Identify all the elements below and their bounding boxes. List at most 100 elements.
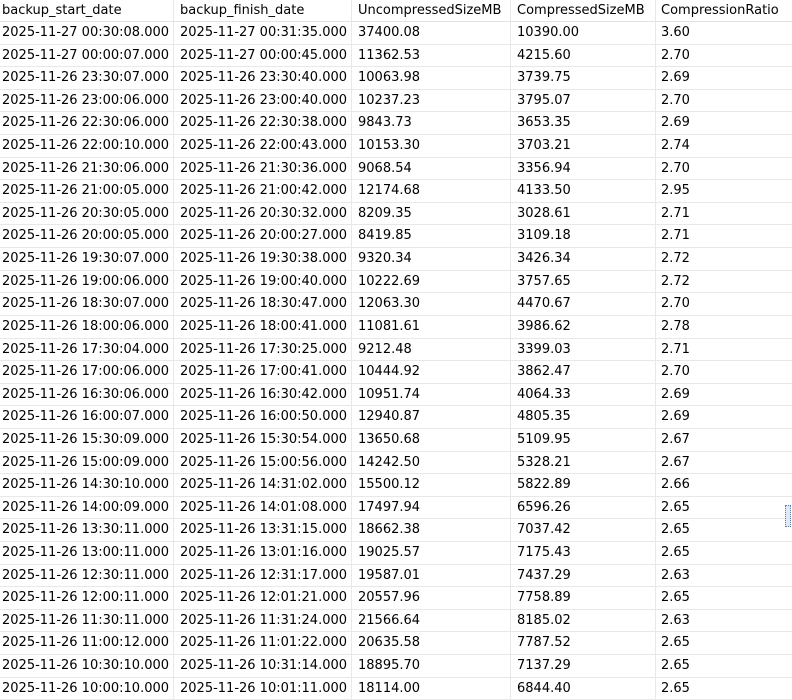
- cell-backup-start-date[interactable]: 2025-11-26 17:00:06.000: [0, 361, 174, 383]
- column-header-uncompressed-size[interactable]: UncompressedSizeMB: [352, 0, 511, 21]
- table-row[interactable]: 2025-11-26 23:00:06.000 2025-11-26 23:00:…: [0, 89, 792, 113]
- table-row[interactable]: 2025-11-26 12:00:11.000 2025-11-26 12:01:…: [0, 587, 792, 610]
- table-row[interactable]: 2025-11-26 11:30:11.000 2025-11-26 11:31:…: [0, 609, 792, 633]
- cell-backup-finish-date[interactable]: 2025-11-27 00:31:35.000: [174, 22, 352, 44]
- cell-compression-ratio[interactable]: 2.69: [656, 406, 792, 428]
- cell-backup-start-date[interactable]: 2025-11-26 17:30:04.000: [0, 338, 174, 361]
- cell-backup-finish-date[interactable]: 2025-11-26 21:00:42.000: [174, 180, 352, 202]
- cell-uncompressed-size[interactable]: 12174.68: [352, 180, 511, 202]
- cell-compressed-size[interactable]: 4064.33: [511, 383, 656, 406]
- cell-uncompressed-size[interactable]: 9212.48: [352, 338, 511, 361]
- cell-compression-ratio[interactable]: 2.65: [656, 497, 792, 519]
- cell-compression-ratio[interactable]: 2.69: [656, 112, 792, 134]
- table-row[interactable]: 2025-11-26 22:00:10.000 2025-11-26 22:00:…: [0, 135, 792, 158]
- table-row[interactable]: 2025-11-26 18:00:06.000 2025-11-26 18:00:…: [0, 315, 792, 339]
- table-row[interactable]: 2025-11-26 22:30:06.000 2025-11-26 22:30:…: [0, 112, 792, 136]
- cell-backup-finish-date[interactable]: 2025-11-26 20:00:27.000: [174, 225, 352, 248]
- cell-backup-finish-date[interactable]: 2025-11-26 18:00:41.000: [174, 315, 352, 338]
- cell-backup-start-date[interactable]: 2025-11-27 00:30:08.000: [0, 22, 174, 44]
- cell-backup-start-date[interactable]: 2025-11-26 15:00:09.000: [0, 451, 174, 474]
- cell-backup-start-date[interactable]: 2025-11-27 00:00:07.000: [0, 44, 174, 67]
- cell-backup-finish-date[interactable]: 2025-11-26 12:01:21.000: [174, 587, 352, 609]
- cell-backup-finish-date[interactable]: 2025-11-26 13:01:16.000: [174, 542, 352, 564]
- cell-backup-finish-date[interactable]: 2025-11-26 18:30:47.000: [174, 293, 352, 315]
- cell-backup-start-date[interactable]: 2025-11-26 14:30:10.000: [0, 474, 174, 496]
- cell-compressed-size[interactable]: 3028.61: [511, 202, 656, 225]
- cell-backup-start-date[interactable]: 2025-11-26 23:00:06.000: [0, 89, 174, 112]
- table-row[interactable]: 2025-11-26 14:00:09.000 2025-11-26 14:01:…: [0, 496, 792, 520]
- cell-uncompressed-size[interactable]: 10444.92: [352, 361, 511, 383]
- cell-backup-finish-date[interactable]: 2025-11-26 14:31:02.000: [174, 474, 352, 496]
- cell-compression-ratio[interactable]: 2.67: [656, 452, 792, 474]
- cell-backup-finish-date[interactable]: 2025-11-26 16:30:42.000: [174, 383, 352, 406]
- cell-uncompressed-size[interactable]: 18895.70: [352, 655, 511, 677]
- cell-backup-start-date[interactable]: 2025-11-26 21:30:06.000: [0, 157, 174, 180]
- cell-compression-ratio[interactable]: 2.70: [656, 45, 792, 67]
- cell-uncompressed-size[interactable]: 37400.08: [352, 22, 511, 44]
- cell-backup-finish-date[interactable]: 2025-11-26 22:30:38.000: [174, 112, 352, 135]
- cell-uncompressed-size[interactable]: 12940.87: [352, 406, 511, 428]
- cell-compression-ratio[interactable]: 2.65: [656, 632, 792, 654]
- cell-uncompressed-size[interactable]: 9320.34: [352, 248, 511, 270]
- table-row[interactable]: 2025-11-26 21:30:06.000 2025-11-26 21:30:…: [0, 157, 792, 181]
- cell-backup-start-date[interactable]: 2025-11-26 12:30:11.000: [0, 564, 174, 587]
- table-row[interactable]: 2025-11-26 13:30:11.000 2025-11-26 13:31:…: [0, 519, 792, 543]
- results-grid[interactable]: backup_start_date backup_finish_date Unc…: [0, 0, 792, 700]
- cell-compression-ratio[interactable]: 2.65: [656, 655, 792, 677]
- table-row[interactable]: 2025-11-26 18:30:07.000 2025-11-26 18:30:…: [0, 293, 792, 316]
- cell-uncompressed-size[interactable]: 12063.30: [352, 293, 511, 315]
- cell-compressed-size[interactable]: 4133.50: [511, 180, 656, 202]
- table-row[interactable]: 2025-11-26 20:30:05.000 2025-11-26 20:30:…: [0, 202, 792, 226]
- cell-compression-ratio[interactable]: 2.72: [656, 271, 792, 293]
- cell-compressed-size[interactable]: 4805.35: [511, 406, 656, 428]
- table-row[interactable]: 2025-11-26 19:30:07.000 2025-11-26 19:30:…: [0, 248, 792, 271]
- cell-compression-ratio[interactable]: 2.65: [656, 519, 792, 541]
- table-row[interactable]: 2025-11-27 00:30:08.000 2025-11-27 00:31:…: [0, 22, 792, 45]
- cell-backup-start-date[interactable]: 2025-11-26 22:30:06.000: [0, 112, 174, 135]
- column-header-backup-start-date[interactable]: backup_start_date: [0, 0, 174, 21]
- table-row[interactable]: 2025-11-26 19:00:06.000 2025-11-26 19:00:…: [0, 270, 792, 294]
- cell-compression-ratio[interactable]: 2.78: [656, 316, 792, 338]
- table-row[interactable]: 2025-11-26 16:00:07.000 2025-11-26 16:00:…: [0, 406, 792, 429]
- table-row[interactable]: 2025-11-26 10:00:10.000 2025-11-26 10:01:…: [0, 677, 792, 700]
- cell-uncompressed-size[interactable]: 20635.58: [352, 632, 511, 655]
- cell-backup-start-date[interactable]: 2025-11-26 11:00:12.000: [0, 632, 174, 655]
- column-header-compressed-size[interactable]: CompressedSizeMB: [511, 0, 656, 21]
- table-row[interactable]: 2025-11-26 21:00:05.000 2025-11-26 21:00:…: [0, 180, 792, 203]
- cell-backup-finish-date[interactable]: 2025-11-26 15:00:56.000: [174, 451, 352, 474]
- cell-compression-ratio[interactable]: 2.70: [656, 158, 792, 180]
- cell-compressed-size[interactable]: 7437.29: [511, 564, 656, 587]
- cell-compressed-size[interactable]: 8185.02: [511, 609, 656, 632]
- cell-uncompressed-size[interactable]: 19025.57: [352, 542, 511, 564]
- cell-backup-finish-date[interactable]: 2025-11-26 19:30:38.000: [174, 248, 352, 270]
- table-row[interactable]: 2025-11-26 23:30:07.000 2025-11-26 23:30:…: [0, 67, 792, 90]
- cell-backup-finish-date[interactable]: 2025-11-26 10:01:11.000: [174, 677, 352, 700]
- scroll-thumb-marker[interactable]: [785, 505, 791, 527]
- cell-uncompressed-size[interactable]: 14242.50: [352, 451, 511, 474]
- cell-compression-ratio[interactable]: 2.71: [656, 225, 792, 247]
- cell-compressed-size[interactable]: 7037.42: [511, 519, 656, 542]
- cell-compression-ratio[interactable]: 2.70: [656, 361, 792, 383]
- cell-backup-finish-date[interactable]: 2025-11-26 19:00:40.000: [174, 270, 352, 293]
- cell-compressed-size[interactable]: 4470.67: [511, 293, 656, 315]
- cell-compressed-size[interactable]: 3795.07: [511, 89, 656, 112]
- cell-compression-ratio[interactable]: 2.69: [656, 67, 792, 89]
- cell-uncompressed-size[interactable]: 10222.69: [352, 270, 511, 293]
- table-row[interactable]: 2025-11-27 00:00:07.000 2025-11-27 00:00:…: [0, 44, 792, 68]
- cell-compressed-size[interactable]: 3109.18: [511, 225, 656, 248]
- cell-compressed-size[interactable]: 3986.62: [511, 315, 656, 338]
- cell-backup-start-date[interactable]: 2025-11-26 10:00:10.000: [0, 677, 174, 700]
- cell-compressed-size[interactable]: 4215.60: [511, 44, 656, 67]
- table-row[interactable]: 2025-11-26 14:30:10.000 2025-11-26 14:31:…: [0, 474, 792, 497]
- cell-compressed-size[interactable]: 7137.29: [511, 655, 656, 677]
- cell-uncompressed-size[interactable]: 21566.64: [352, 609, 511, 632]
- cell-backup-start-date[interactable]: 2025-11-26 15:30:09.000: [0, 428, 174, 451]
- cell-compressed-size[interactable]: 3653.35: [511, 112, 656, 135]
- cell-compressed-size[interactable]: 3703.21: [511, 135, 656, 157]
- cell-backup-finish-date[interactable]: 2025-11-26 17:30:25.000: [174, 338, 352, 361]
- cell-backup-start-date[interactable]: 2025-11-26 22:00:10.000: [0, 135, 174, 157]
- cell-backup-finish-date[interactable]: 2025-11-26 17:00:41.000: [174, 361, 352, 383]
- cell-backup-start-date[interactable]: 2025-11-26 12:00:11.000: [0, 587, 174, 609]
- cell-backup-start-date[interactable]: 2025-11-26 10:30:10.000: [0, 655, 174, 677]
- cell-compression-ratio[interactable]: 2.70: [656, 293, 792, 315]
